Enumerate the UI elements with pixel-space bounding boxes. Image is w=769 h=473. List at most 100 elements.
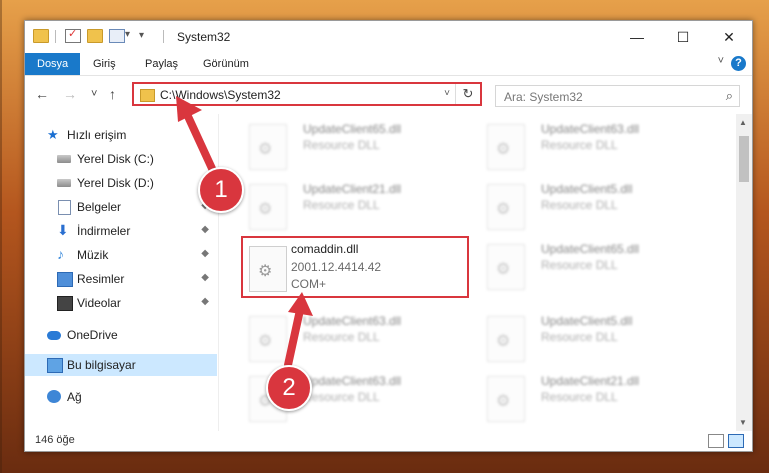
sidebar-item-videos[interactable]: Videolar ◆ <box>25 292 217 314</box>
sidebar-item-label: Yerel Disk (D:) <box>77 176 154 190</box>
sidebar-item-this-pc[interactable]: Bu bilgisayar <box>25 354 217 376</box>
sidebar-item-label: Belgeler <box>77 200 122 214</box>
folder-icon <box>140 89 155 102</box>
sidebar-item-music[interactable]: ♪ Müzik ◆ <box>25 244 217 266</box>
pin-icon[interactable]: ◆ <box>201 248 209 259</box>
step-badge-1: 1 <box>198 167 244 213</box>
tab-giris[interactable]: Giriş <box>83 53 126 75</box>
pin-icon[interactable]: ◆ <box>201 272 209 283</box>
scroll-down-icon[interactable]: ▼ <box>739 418 747 427</box>
file-name: UpdateClient5.dll <box>541 182 633 196</box>
dll-file-icon <box>249 246 287 292</box>
file-name: UpdateClient21.dll <box>303 182 402 196</box>
sidebar-item-label: Resimler <box>77 272 125 286</box>
address-dropdown-icon[interactable]: ˅ <box>444 88 450 99</box>
view-icon[interactable] <box>109 29 125 43</box>
scroll-thumb[interactable] <box>739 136 749 182</box>
sidebar-item-onedrive[interactable]: OneDrive <box>25 324 217 346</box>
sidebar-item-local-disk-c[interactable]: Yerel Disk (C:) <box>25 148 217 170</box>
file-name: UpdateClient63.dll <box>303 314 402 328</box>
separator <box>163 30 164 43</box>
pictures-icon <box>57 272 73 287</box>
dll-file-icon <box>487 376 525 422</box>
file-item[interactable]: UpdateClient65.dll Resource DLL <box>479 236 709 292</box>
sidebar-item-label: Ağ <box>67 390 82 404</box>
back-button[interactable]: ← <box>35 86 49 102</box>
qat-customize-icon[interactable]: ▾ <box>139 30 144 41</box>
up-button[interactable]: ↑ <box>109 86 116 102</box>
dll-file-icon <box>487 184 525 230</box>
file-type: Resource DLL <box>303 390 380 404</box>
file-item[interactable]: UpdateClient5.dll Resource DLL <box>479 308 709 364</box>
file-item[interactable]: UpdateClient65.dll Resource DLL <box>241 116 471 172</box>
file-name: UpdateClient65.dll <box>541 242 640 256</box>
tab-gorunum[interactable]: Görünüm <box>193 53 259 75</box>
sidebar-item-label: Bu bilgisayar <box>67 358 136 372</box>
this-pc-icon <box>47 358 63 373</box>
minimize-button[interactable]: — <box>614 21 660 53</box>
sidebar-item-label: Müzik <box>77 248 109 262</box>
close-button[interactable]: ✕ <box>706 21 752 53</box>
maximize-button[interactable]: ☐ <box>660 21 706 53</box>
dll-file-icon <box>487 124 525 170</box>
file-item[interactable]: UpdateClient21.dll Resource DLL <box>241 176 471 232</box>
sidebar-item-label: Yerel Disk (C:) <box>77 152 154 166</box>
disk-icon <box>57 179 71 187</box>
music-icon: ♪ <box>57 246 64 262</box>
file-item[interactable]: UpdateClient63.dll Resource DLL <box>479 116 709 172</box>
view-dropdown-icon[interactable]: ▾ <box>125 29 130 40</box>
forward-button[interactable]: → <box>63 86 77 102</box>
file-item[interactable]: UpdateClient5.dll Resource DLL <box>479 176 709 232</box>
sidebar-item-label: OneDrive <box>67 328 118 342</box>
file-type: Resource DLL <box>541 198 618 212</box>
file-type: Resource DLL <box>541 390 618 404</box>
ribbon-tabs: Dosya Giriş Paylaş Görünüm ˅ ? <box>25 53 752 76</box>
pin-icon[interactable]: ◆ <box>201 224 209 235</box>
navigation-bar: ← → ˅ ↑ C:\Windows\System32 ˅ ↻ Ara: Sys… <box>25 76 752 114</box>
file-version: 2001.12.4414.42 <box>291 260 382 274</box>
help-icon[interactable]: ? <box>731 56 746 71</box>
scroll-up-icon[interactable]: ▲ <box>739 118 747 127</box>
properties-icon[interactable] <box>65 27 81 43</box>
download-icon: ⬇ <box>57 222 69 238</box>
file-name: UpdateClient65.dll <box>303 122 402 136</box>
sidebar-item-network[interactable]: Ağ <box>25 386 217 408</box>
ribbon-collapse-icon[interactable]: ˅ <box>718 55 724 67</box>
recent-locations-icon[interactable]: ˅ <box>91 88 97 100</box>
pane-divider[interactable] <box>218 114 219 431</box>
window-title: System32 <box>177 30 231 44</box>
explorer-window: ▾ ▾ System32 — ☐ ✕ Dosya Giriş Paylaş Gö… <box>24 20 753 452</box>
separator <box>55 30 56 43</box>
folder-icon <box>33 29 49 43</box>
sidebar-item-downloads[interactable]: ⬇ İndirmeler ◆ <box>25 220 217 242</box>
file-type: COM+ <box>291 277 327 291</box>
address-path[interactable]: C:\Windows\System32 <box>160 88 281 102</box>
search-placeholder: Ara: System32 <box>504 90 583 104</box>
file-name: UpdateClient21.dll <box>541 374 640 388</box>
file-item[interactable]: UpdateClient63.dll Resource DLL <box>241 308 471 364</box>
file-type: Resource DLL <box>541 330 618 344</box>
refresh-button[interactable]: ↻ <box>455 84 480 104</box>
new-folder-icon[interactable] <box>87 29 103 43</box>
tab-dosya[interactable]: Dosya <box>25 53 81 75</box>
sidebar-item-local-disk-d[interactable]: Yerel Disk (D:) <box>25 172 217 194</box>
file-item[interactable]: UpdateClient21.dll Resource DLL <box>479 368 709 424</box>
address-bar[interactable]: C:\Windows\System32 ˅ ↻ <box>132 82 482 106</box>
sidebar-item-pictures[interactable]: Resimler ◆ <box>25 268 217 290</box>
dll-file-icon <box>249 184 287 230</box>
sidebar-item-quick-access[interactable]: ★ Hızlı erişim <box>25 124 217 146</box>
search-input[interactable]: Ara: System32 ⌕ <box>495 85 740 107</box>
pin-icon[interactable]: ◆ <box>201 296 209 307</box>
file-item-comaddin[interactable]: comaddin.dll 2001.12.4414.42 COM+ <box>241 236 469 298</box>
tab-paylas[interactable]: Paylaş <box>135 53 188 75</box>
details-view-icon[interactable] <box>708 434 724 448</box>
sidebar-item-documents[interactable]: Belgeler ◆ <box>25 196 217 218</box>
search-icon[interactable]: ⌕ <box>726 88 733 104</box>
file-name: UpdateClient5.dll <box>541 314 633 328</box>
star-icon: ★ <box>47 127 59 142</box>
vertical-scrollbar[interactable]: ▲ ▼ <box>736 114 752 431</box>
tiles-view-icon[interactable] <box>728 434 744 448</box>
file-type: Resource DLL <box>303 330 380 344</box>
file-name: UpdateClient63.dll <box>303 374 402 388</box>
step-badge-2: 2 <box>266 365 312 411</box>
